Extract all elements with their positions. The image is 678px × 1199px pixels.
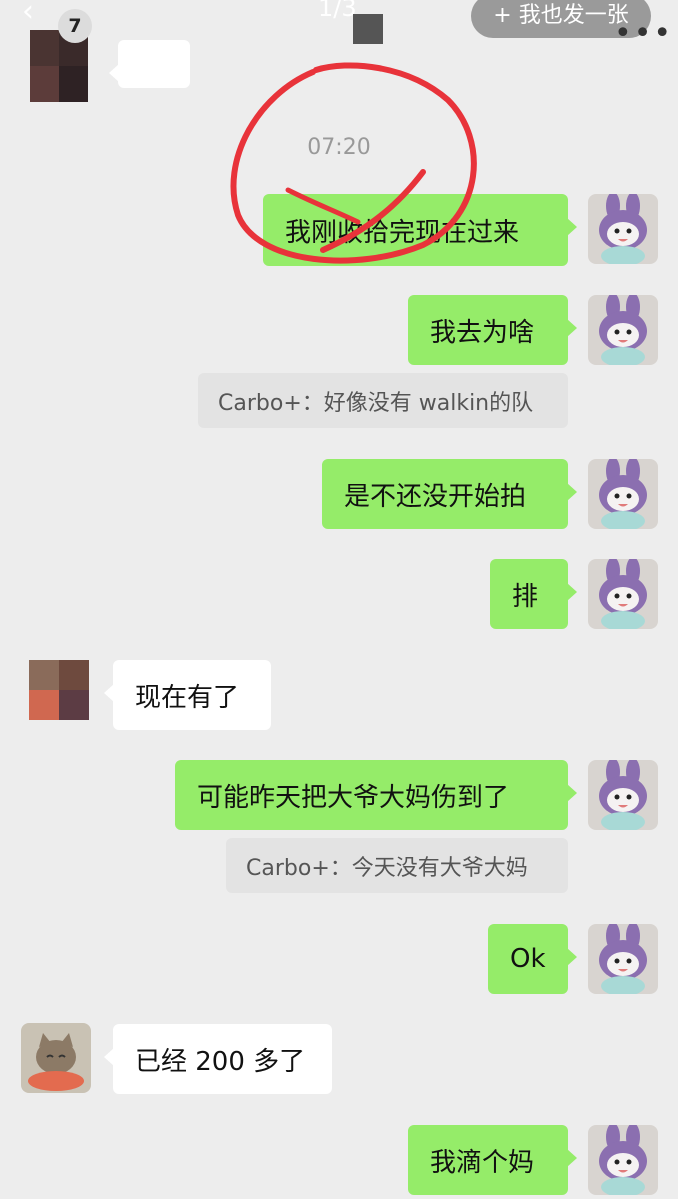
my-message-bubble[interactable]: 是不还没开始拍 bbox=[322, 459, 577, 529]
my-avatar-bunny-icon[interactable] bbox=[588, 559, 658, 629]
friend-avatar-cat-icon[interactable] bbox=[21, 1023, 91, 1093]
my-avatar-bunny-icon[interactable] bbox=[588, 1125, 658, 1195]
my-avatar-bunny-icon[interactable] bbox=[588, 924, 658, 994]
my-message-bubble[interactable]: 我滴个妈 bbox=[408, 1125, 577, 1195]
quoted-reply[interactable]: Carbo+：好像没有 walkin的队 bbox=[198, 373, 568, 428]
my-message-bubble[interactable]: 我去为啥 bbox=[408, 295, 577, 365]
page-indicator: 1/3 bbox=[318, 0, 357, 22]
my-message-bubble[interactable]: Ok bbox=[488, 924, 577, 994]
quoted-reply[interactable]: Carbo+：今天没有大爷大妈 bbox=[226, 838, 568, 893]
friend-avatar-mosaic[interactable] bbox=[29, 660, 89, 720]
back-chevron-icon[interactable]: ‹ bbox=[22, 0, 34, 29]
friend-message-bubble[interactable]: 现在有了 bbox=[104, 660, 271, 730]
my-message-bubble[interactable]: 可能昨天把大爷大妈伤到了 bbox=[175, 760, 577, 830]
my-avatar-bunny-icon[interactable] bbox=[588, 459, 658, 529]
partial-message-bubble[interactable] bbox=[109, 40, 190, 88]
friend-message-bubble[interactable]: 已经 200 多了 bbox=[104, 1024, 332, 1094]
unread-count-badge[interactable]: 7 bbox=[58, 9, 92, 43]
my-message-bubble[interactable]: 排 bbox=[490, 559, 577, 629]
my-avatar-bunny-icon[interactable] bbox=[588, 194, 658, 264]
my-avatar-bunny-icon[interactable] bbox=[588, 760, 658, 830]
my-avatar-bunny-icon[interactable] bbox=[588, 295, 658, 365]
pixelated-square-icon bbox=[353, 14, 383, 44]
top-bar: ‹ 7 1/3 + 我也发一张 ••• bbox=[0, 0, 678, 51]
red-annotation-circle bbox=[230, 62, 477, 264]
more-options-icon[interactable]: ••• bbox=[614, 16, 673, 51]
